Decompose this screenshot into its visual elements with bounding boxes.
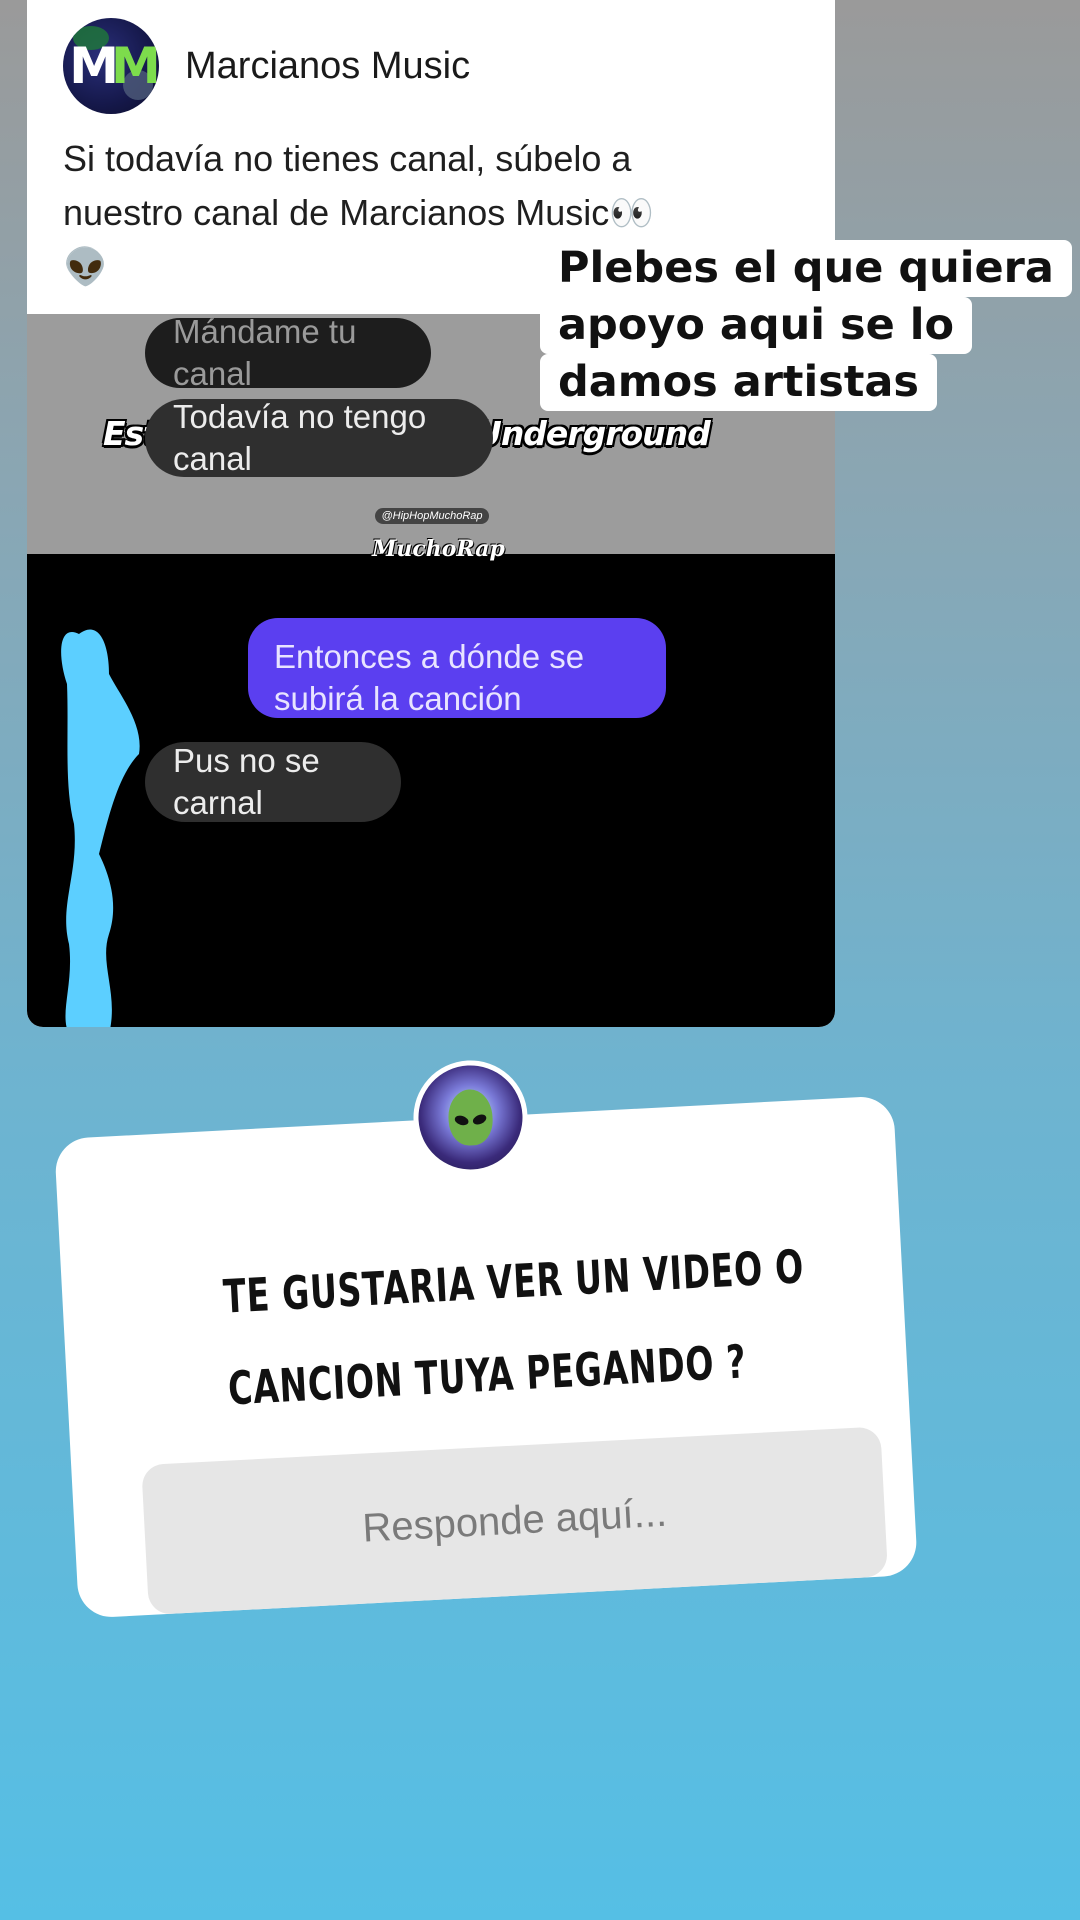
post-header: MM Marcianos Music: [63, 18, 470, 114]
chat-message-received: Todavía no tengo canal: [145, 398, 493, 477]
marcianos-logo-icon: MM: [69, 37, 159, 95]
watermark: @HipHopMuchoRap MuchoRap: [372, 506, 505, 562]
question-sticker-card: TE GUSTARIA VER UN VIDEO O CANCION TUYA …: [54, 1095, 919, 1619]
question-text: TE GUSTARIA VER UN VIDEO O CANCION TUYA …: [221, 1224, 805, 1435]
watermark-logo: MuchoRap: [372, 536, 505, 562]
answer-input[interactable]: Responde aquí...: [141, 1426, 889, 1615]
post-caption-line: Si todavía no tienes canal, súbelo a: [63, 138, 632, 179]
overlay-caption-line: Plebes el que quiera: [540, 240, 1072, 297]
channel-name[interactable]: Marcianos Music: [185, 45, 470, 88]
shared-post-card[interactable]: MM Marcianos Music Si todavía no tienes …: [27, 0, 835, 1027]
watermark-handle: @HipHopMuchoRap: [375, 508, 489, 524]
blue-scribble-redaction: [61, 629, 140, 1027]
alien-avatar-icon: [415, 1062, 526, 1173]
chat-message-received: Mándame tu canal: [145, 314, 431, 392]
embedded-chat-screenshot: Este es el verdadero Underground @HipHop…: [27, 314, 835, 1027]
channel-avatar[interactable]: MM: [63, 18, 159, 114]
overlay-caption-line: damos artistas: [540, 354, 937, 411]
chat-message-sent: Entonces a dónde se subirá la canción: [248, 618, 666, 718]
chat-message-received: Pus no se carnal: [145, 742, 401, 822]
overlay-caption-line: apoyo aqui se lo: [540, 297, 973, 354]
overlay-text-caption[interactable]: Plebes el que quiera apoyo aqui se lo da…: [540, 240, 1072, 411]
post-caption-line: nuestro canal de Marcianos Music👀: [63, 192, 655, 233]
question-sticker[interactable]: TE GUSTARIA VER UN VIDEO O CANCION TUYA …: [52, 1055, 919, 1619]
